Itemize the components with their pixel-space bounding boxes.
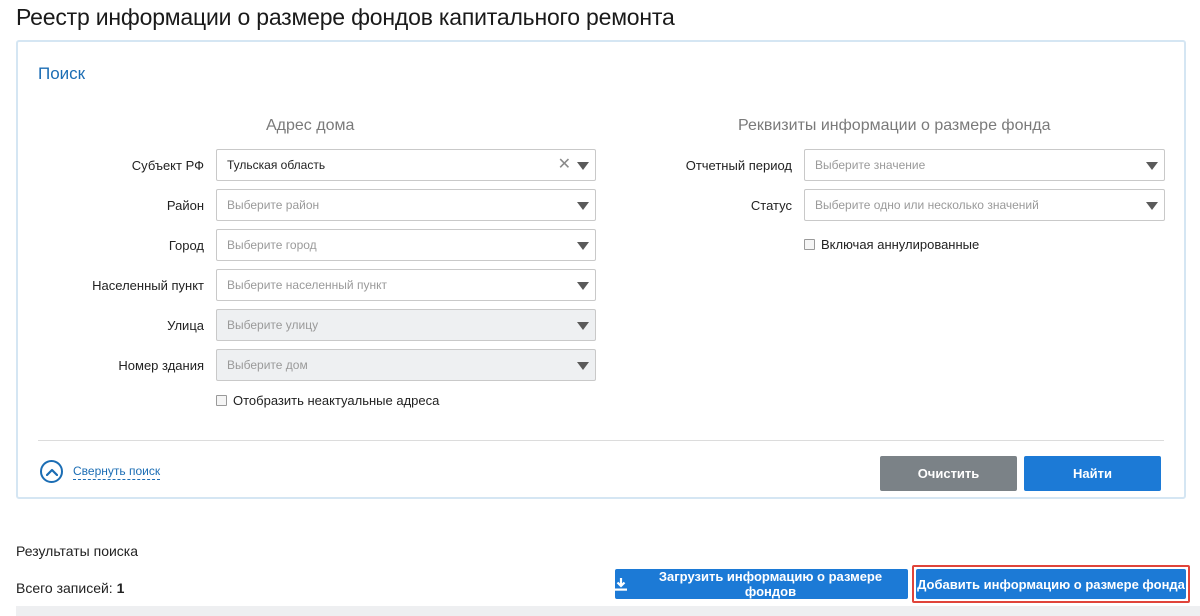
address-heading: Адрес дома: [266, 117, 355, 134]
chevron-down-icon[interactable]: [577, 242, 589, 250]
upload-funds-button[interactable]: Загрузить информацию о размере фондов: [615, 569, 908, 599]
city-placeholder: Выберите город: [227, 238, 317, 252]
page-title: Реестр информации о размере фондов капит…: [16, 4, 675, 30]
upload-funds-label: Загрузить информацию о размере фондов: [658, 569, 883, 599]
settlement-label: Населенный пункт: [92, 278, 204, 293]
reporting-period-label: Отчетный период: [685, 158, 792, 173]
collapse-search[interactable]: Свернуть поиск: [40, 460, 161, 483]
chevron-down-icon[interactable]: [577, 282, 589, 290]
search-panel: Поиск Адрес дома Реквизиты информации о …: [16, 40, 1186, 499]
search-panel-title: Поиск: [38, 64, 86, 83]
download-icon: [615, 577, 627, 591]
chevron-down-icon[interactable]: [577, 322, 589, 330]
district-placeholder: Выберите район: [227, 198, 320, 212]
reporting-period-placeholder: Выберите значение: [815, 158, 926, 172]
chevron-down-icon[interactable]: [1146, 202, 1158, 210]
collapse-search-link[interactable]: Свернуть поиск: [73, 464, 161, 480]
results-title: Результаты поиска: [16, 543, 139, 559]
region-select[interactable]: Тульская область ✕: [216, 149, 596, 181]
show-inactive-label: Отобразить неактуальные адреса: [233, 393, 440, 408]
records-count-value: 1: [116, 580, 125, 596]
building-number-select[interactable]: Выберите дом: [216, 349, 596, 381]
add-fund-info-button[interactable]: Добавить информацию о размере фонда: [916, 569, 1186, 599]
building-number-placeholder: Выберите дом: [227, 358, 308, 372]
status-placeholder: Выберите одно или несколько значений: [815, 198, 1039, 212]
include-cancelled-label: Включая аннулированные: [821, 237, 980, 252]
settlement-select[interactable]: Выберите населенный пункт: [216, 269, 596, 301]
clear-button[interactable]: Очистить: [880, 456, 1017, 491]
show-inactive-checkbox[interactable]: [216, 395, 227, 406]
reporting-period-select[interactable]: Выберите значение: [804, 149, 1165, 181]
settlement-placeholder: Выберите населенный пункт: [227, 278, 387, 292]
show-inactive-addresses-row[interactable]: Отобразить неактуальные адреса: [216, 393, 439, 408]
region-value: Тульская область: [227, 158, 326, 172]
chevron-down-icon[interactable]: [577, 202, 589, 210]
chevron-down-icon[interactable]: [577, 362, 589, 370]
chevron-up-circle-icon[interactable]: [40, 460, 63, 483]
street-label: Улица: [167, 318, 204, 333]
results-table-header: [16, 606, 1200, 616]
street-placeholder: Выберите улицу: [227, 318, 319, 332]
close-icon[interactable]: ✕: [558, 156, 571, 174]
find-button[interactable]: Найти: [1024, 456, 1161, 491]
include-cancelled-checkbox[interactable]: [804, 239, 815, 250]
city-select[interactable]: Выберите город: [216, 229, 596, 261]
city-label: Город: [168, 238, 204, 253]
records-count: Всего записей: 1: [16, 580, 124, 596]
search-divider: [38, 440, 1164, 441]
region-label: Субъект РФ: [131, 158, 204, 173]
chevron-down-icon[interactable]: [577, 162, 589, 170]
chevron-down-icon[interactable]: [1146, 162, 1158, 170]
details-heading: Реквизиты информации о размере фонда: [738, 117, 1051, 134]
district-label: Район: [166, 198, 204, 213]
district-select[interactable]: Выберите район: [216, 189, 596, 221]
status-select[interactable]: Выберите одно или несколько значений: [804, 189, 1165, 221]
status-label: Статус: [750, 198, 792, 213]
records-count-label: Всего записей:: [16, 580, 113, 596]
include-cancelled-row[interactable]: Включая аннулированные: [804, 237, 979, 252]
building-number-label: Номер здания: [118, 358, 204, 373]
street-select[interactable]: Выберите улицу: [216, 309, 596, 341]
